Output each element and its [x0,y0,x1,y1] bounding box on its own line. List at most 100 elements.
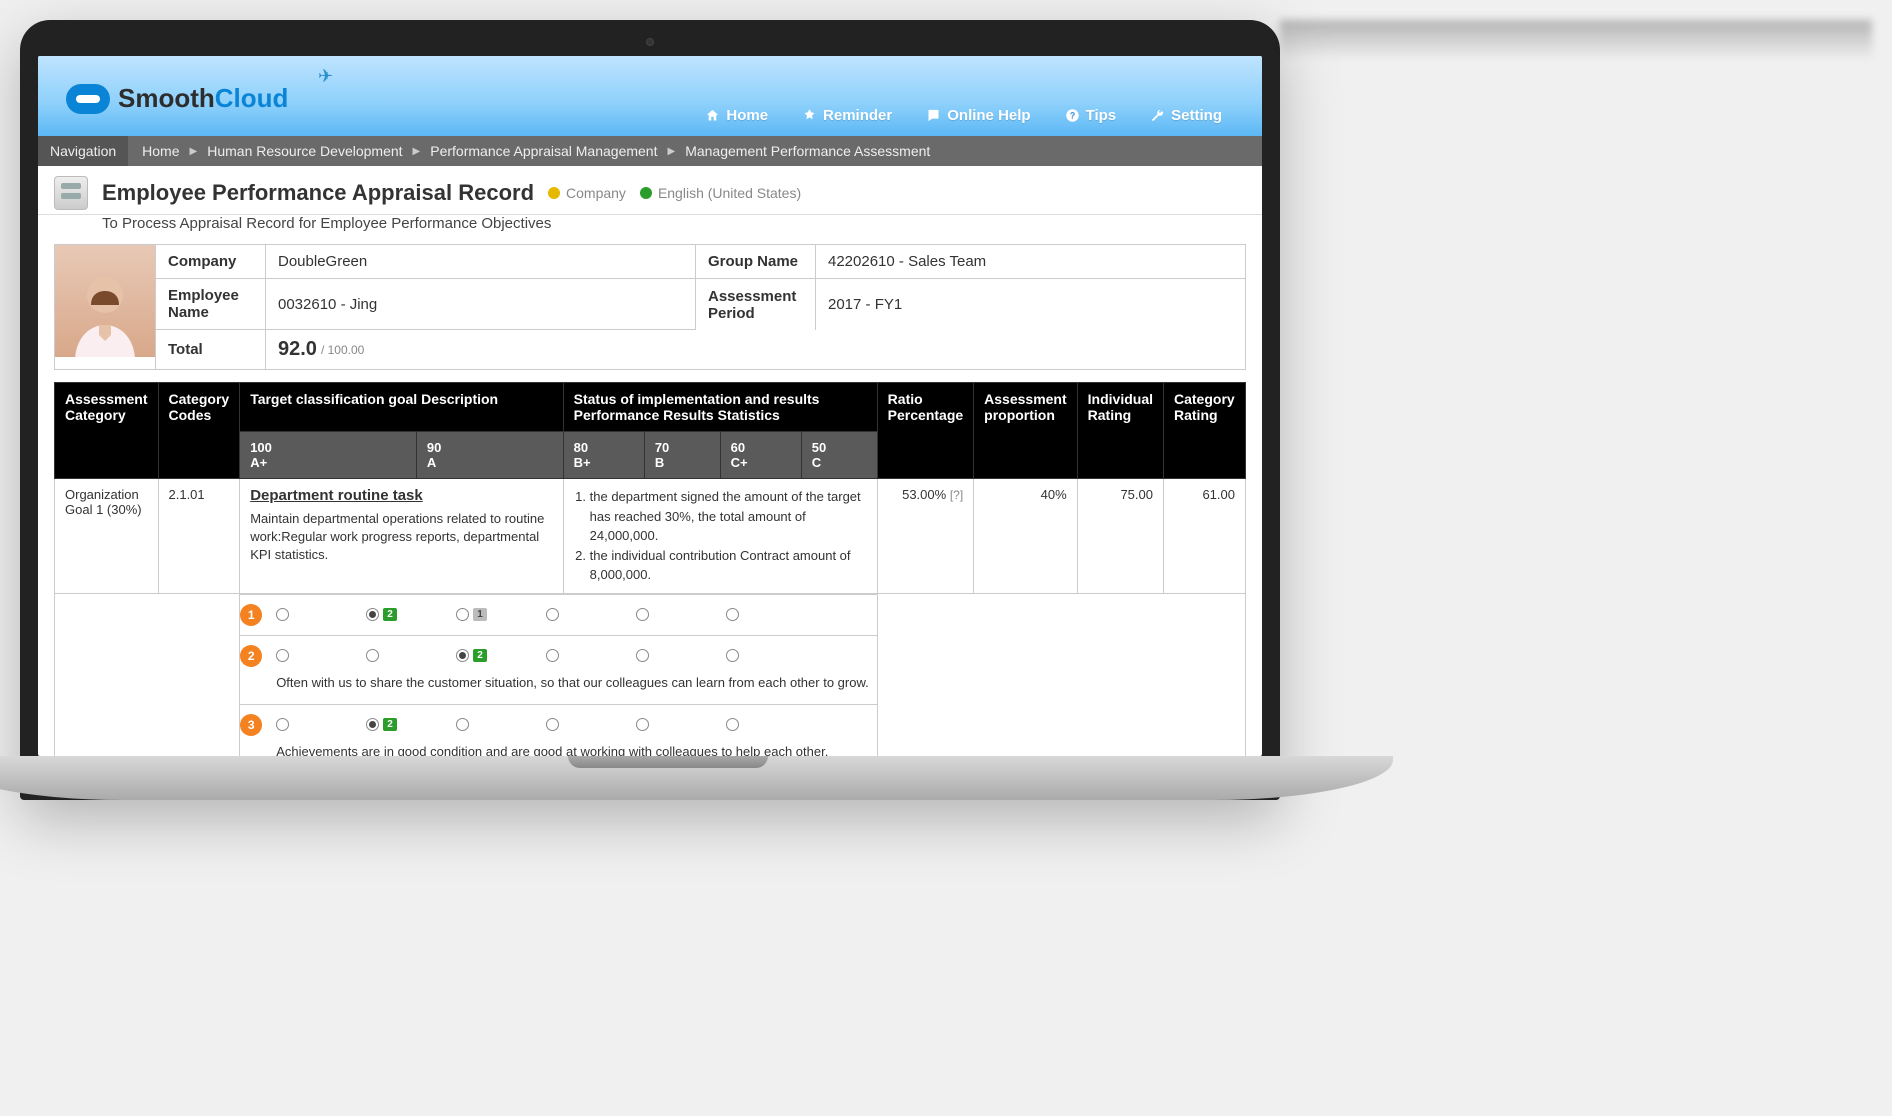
value-total: 92.0 / 100.00 [265,330,1245,369]
cell-goal: Department routine task Maintain departm… [240,479,563,594]
col-individual: Individual Rating [1077,383,1163,479]
cell-proportion: 40% [974,479,1078,594]
chevron-right-icon: ▶ [413,146,421,157]
label-employee: Employee Name [155,279,265,330]
question-icon: ? [1065,108,1080,123]
help-icon [926,108,941,123]
cell-catrating: 61.00 [1164,479,1246,594]
radio-70[interactable] [546,649,559,662]
employee-info: Company DoubleGreen Group Name 42202610 … [54,244,1246,370]
rating-note: Often with us to share the customer situ… [240,670,876,698]
label-period: Assessment Period [695,279,815,330]
grade-100: 100A+ [240,432,417,479]
cell-code: 2.1.01 [158,479,240,594]
breadcrumb-item-home[interactable]: Home [142,143,179,159]
cell-ratio: 53.00% [?] [877,479,973,594]
value-employee: 0032610 - Jing [265,279,695,330]
wrench-icon [1150,108,1165,123]
radio-50[interactable] [726,649,739,662]
rating-row-1: 1 2 1 [240,601,876,629]
svg-text:?: ? [1069,111,1074,121]
brand-text: SmoothCloud [118,83,288,114]
value-period: 2017 - FY1 [815,279,1245,330]
grade-50: 50C [801,432,877,479]
col-goal: Target classification goal Description [240,383,563,432]
radio-60[interactable] [636,649,649,662]
tag-count: 2 [383,718,397,731]
cloud-icon [66,84,110,114]
radio-80[interactable] [456,608,469,621]
table-row: Organization Goal 1 (30%) 2.1.01 Departm… [55,479,1246,594]
radio-80[interactable] [456,649,469,662]
radio-100[interactable] [276,649,289,662]
rating-note: Achievements are in good condition and a… [240,739,876,756]
label-group: Group Name [695,245,815,279]
tag-count: 2 [473,649,487,662]
nav-reminder[interactable]: Reminder [802,107,892,124]
label-company: Company [155,245,265,279]
assessment-table: Assessment Category Category Codes Targe… [54,382,1246,756]
col-ratio: Ratio Percentage [877,383,973,479]
radio-100[interactable] [276,608,289,621]
grade-90: 90A [416,432,563,479]
breadcrumb: Navigation Home ▶ Human Resource Develop… [38,136,1262,166]
radio-70[interactable] [546,608,559,621]
tag-count: 2 [383,608,397,621]
breadcrumb-item-hrd[interactable]: Human Resource Development [207,143,402,159]
breadcrumb-label: Navigation [38,136,128,166]
value-company: DoubleGreen [265,245,695,279]
label-total: Total [155,330,265,369]
tag-count: 1 [473,608,487,621]
radio-80[interactable] [456,718,469,731]
grade-60: 60C+ [720,432,801,479]
breadcrumb-item-pam[interactable]: Performance Appraisal Management [430,143,657,159]
chevron-right-icon: ▶ [667,146,675,157]
nav-tips[interactable]: ? Tips [1065,107,1117,124]
task-title-link[interactable]: Department routine task [250,487,552,504]
page-subtitle: To Process Appraisal Record for Employee… [38,215,1262,244]
brand-logo[interactable]: SmoothCloud [38,83,288,136]
key-icon [548,187,560,199]
radio-50[interactable] [726,718,739,731]
chevron-right-icon: ▶ [190,146,198,157]
value-group: 42202610 - Sales Team [815,245,1245,279]
rating-row-2: 2 2 [240,642,876,670]
app-header: SmoothCloud ✈ Home Reminder Online Help … [38,56,1262,136]
avatar [55,245,155,357]
radio-100[interactable] [276,718,289,731]
nav-setting[interactable]: Setting [1150,107,1222,124]
page-title: Employee Performance Appraisal Record [102,180,534,206]
radio-90[interactable] [366,608,379,621]
nav-home[interactable]: Home [705,107,768,124]
cell-status: the department signed the amount of the … [563,479,877,594]
grade-80: 80B+ [563,432,644,479]
server-icon [54,176,88,210]
radio-60[interactable] [636,718,649,731]
col-proportion: Assessment proportion [974,383,1078,479]
nav-help[interactable]: Online Help [926,107,1030,124]
globe-icon [640,187,652,199]
col-catrating: Category Rating [1164,383,1246,479]
reminder-icon [802,108,817,123]
cell-category: Organization Goal 1 (30%) [55,479,159,594]
help-icon[interactable]: [?] [950,488,963,502]
radio-90[interactable] [366,718,379,731]
col-category: Assessment Category [55,383,159,479]
radio-70[interactable] [546,718,559,731]
home-icon [705,108,720,123]
cell-individual: 75.00 [1077,479,1163,594]
breadcrumb-item-mpa[interactable]: Management Performance Assessment [685,143,930,159]
radio-90[interactable] [366,649,379,662]
company-badge[interactable]: Company [566,185,626,201]
radio-60[interactable] [636,608,649,621]
col-status: Status of implementation and results Per… [563,383,877,432]
row-badge: 3 [240,714,262,736]
plane-icon: ✈ [318,66,333,87]
locale-badge[interactable]: English (United States) [658,185,801,201]
row-badge: 2 [240,645,262,667]
rating-row-3: 3 2 [240,711,876,739]
row-badge: 1 [240,604,262,626]
radio-50[interactable] [726,608,739,621]
col-codes: Category Codes [158,383,240,479]
grade-70: 70B [644,432,720,479]
